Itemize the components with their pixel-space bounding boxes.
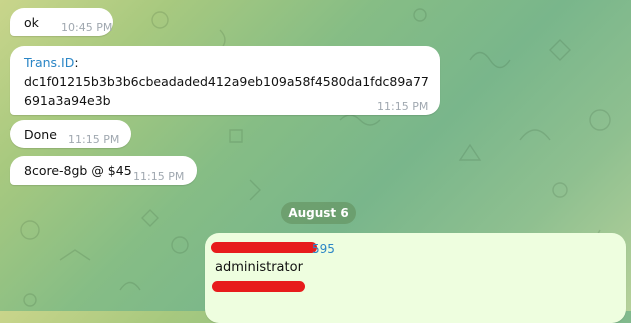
transaction-hash-text: dc1f01215b3b3b6cbeadaded412a9eb109a58f45… <box>24 74 429 108</box>
message-text: ok <box>24 15 39 30</box>
reply-text: administrator <box>215 260 303 275</box>
message-bubble[interactable]: Done 11:15 PM <box>10 120 131 148</box>
outgoing-message-bubble[interactable]: 595 administrator <box>205 233 626 323</box>
message-time: 10:45 PM <box>61 21 113 34</box>
message-bubble[interactable]: Trans.ID: dc1f01215b3b3b6cbeadaded412a9e… <box>10 46 440 115</box>
reply-sender-suffix: 595 <box>312 242 335 256</box>
redacted-sender-name <box>211 242 317 253</box>
message-time: 11:15 PM <box>68 133 120 146</box>
redacted-text <box>212 281 305 292</box>
message-bubble[interactable]: ok 10:45 PM <box>10 8 113 36</box>
message-time: 11:15 PM <box>133 170 185 183</box>
message-text: 8core-8gb @ $45 <box>24 163 132 178</box>
message-bubble[interactable]: 8core-8gb @ $45 11:15 PM <box>10 156 197 185</box>
transaction-id-link[interactable]: Trans.ID <box>24 55 74 70</box>
transaction-label-line: Trans.ID: <box>24 53 79 72</box>
label-colon: : <box>74 55 79 70</box>
message-time: 11:15 PM <box>377 100 429 113</box>
date-separator: August 6 <box>281 202 356 224</box>
message-text: Done <box>24 127 57 142</box>
